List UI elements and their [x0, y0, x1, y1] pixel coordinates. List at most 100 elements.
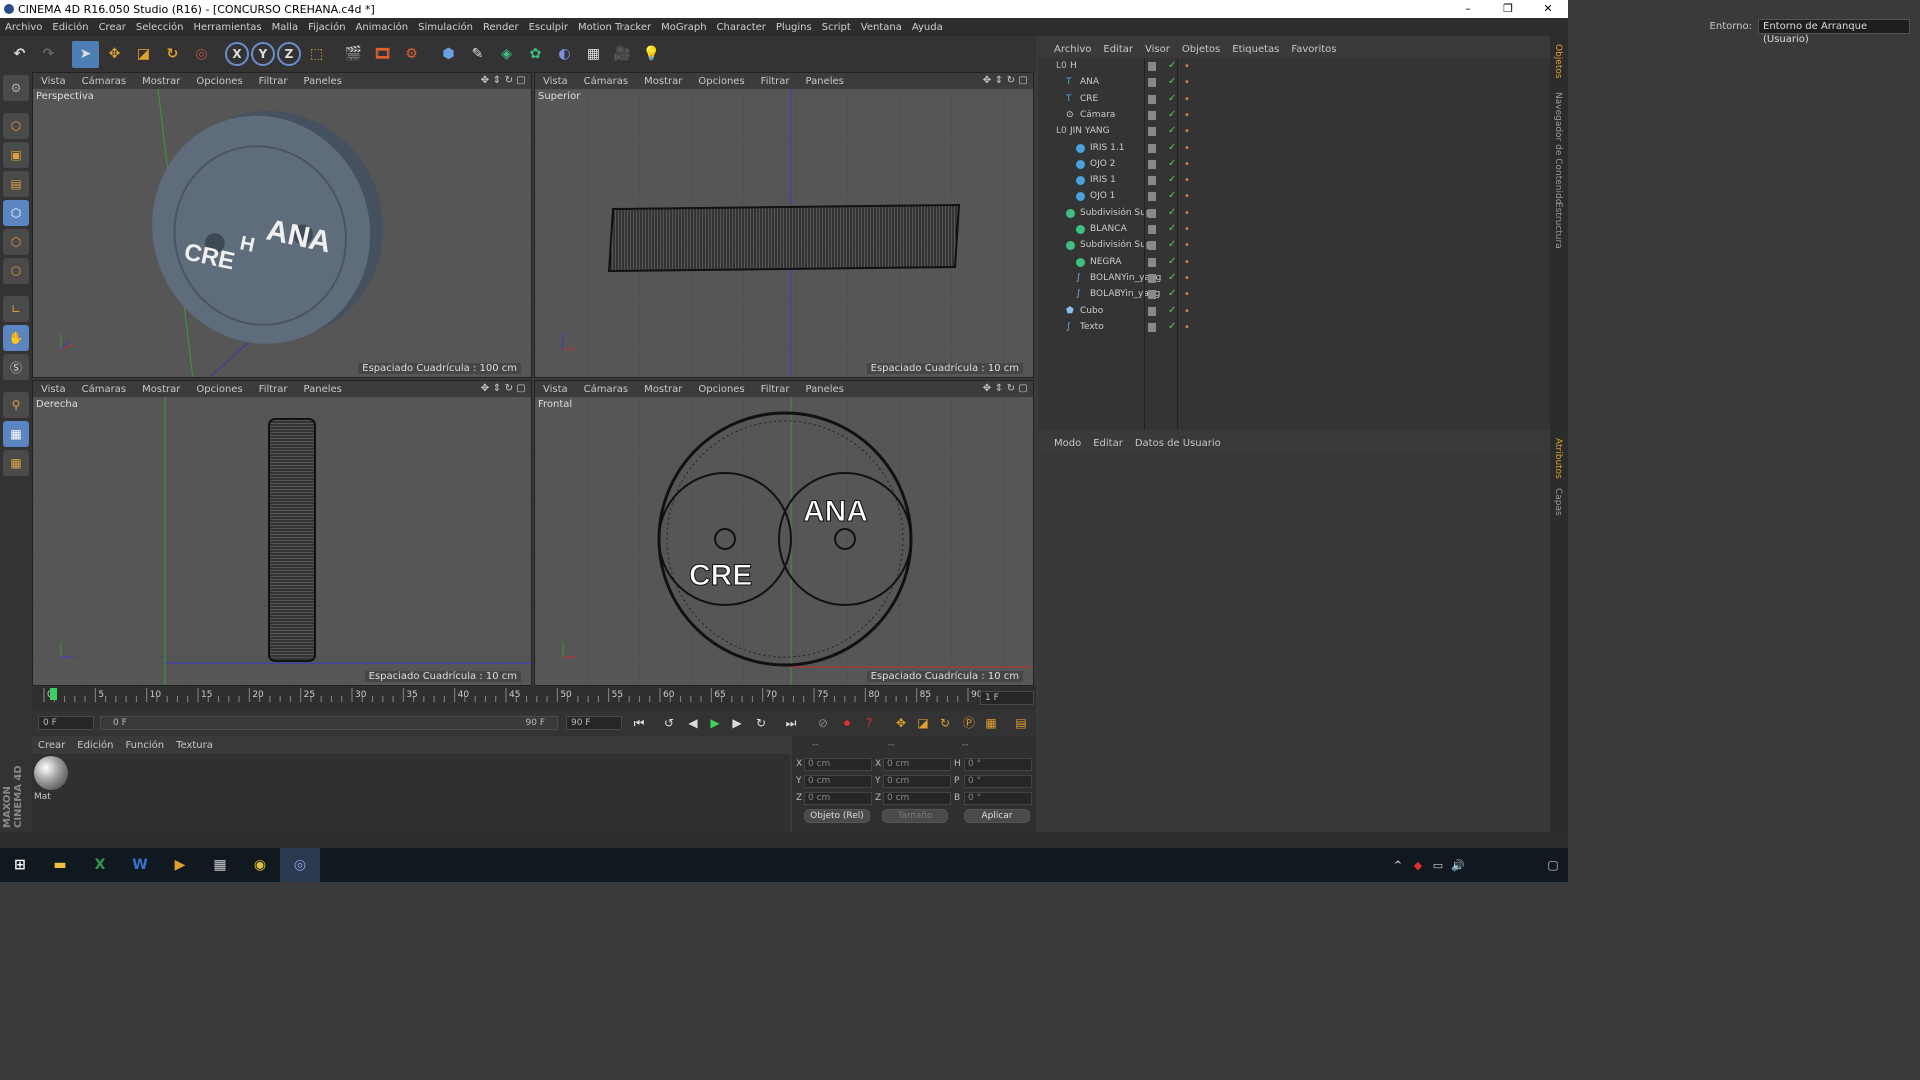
deformer-icon[interactable]: ◐: [551, 41, 578, 68]
maximize-view-icon[interactable]: ▢: [515, 383, 527, 395]
material-tag-icon[interactable]: •: [1184, 224, 1190, 235]
coord-system-icon[interactable]: ⬚: [303, 41, 330, 68]
obj-menu-objetos[interactable]: Objetos: [1176, 44, 1226, 55]
menu-mograph[interactable]: MoGraph: [656, 22, 711, 33]
obj-menu-favoritos[interactable]: Favoritos: [1285, 44, 1342, 55]
autokey-icon[interactable]: ?: [860, 714, 878, 732]
material-tag-icon[interactable]: •: [1184, 143, 1190, 154]
vp-menu-paneles[interactable]: Paneles: [296, 76, 350, 87]
goto-end-icon[interactable]: ⏭: [782, 714, 800, 732]
render-view-icon[interactable]: 🎬: [340, 41, 367, 68]
material-tag-icon[interactable]: •: [1184, 191, 1190, 202]
rot-b-field[interactable]: 0 °: [964, 792, 1032, 805]
material-tag-icon[interactable]: •: [1184, 94, 1190, 105]
attr-menu-editar[interactable]: Editar: [1087, 438, 1129, 449]
pos-y-field[interactable]: 0 cm: [804, 775, 872, 788]
make-editable-icon[interactable]: ⚙: [3, 75, 29, 101]
visibility-check-icon[interactable]: ✓: [1168, 256, 1176, 267]
prev-key-icon[interactable]: ↺: [660, 714, 678, 732]
layer-icon[interactable]: [1148, 322, 1156, 332]
timeline-ruler[interactable]: 051015202530354045505560657075808590 1 F: [32, 686, 1036, 710]
object-row[interactable]: NEGRA ✓ •: [1038, 255, 1550, 271]
next-key-icon[interactable]: ↻: [752, 714, 770, 732]
visibility-check-icon[interactable]: ✓: [1168, 76, 1176, 87]
object-row[interactable]: ⬟ Cubo ✓ •: [1038, 304, 1550, 320]
axis-mode-icon[interactable]: ∟: [3, 296, 29, 322]
size-y-field[interactable]: 0 cm: [883, 775, 951, 788]
windows-start-icon[interactable]: ⊞: [0, 848, 40, 882]
object-row[interactable]: ∫ BOLANYin_yang ✓ •: [1038, 271, 1550, 287]
environment-dropdown[interactable]: Entorno de Arranque (Usuario): [1758, 19, 1910, 45]
subdivision-icon[interactable]: ◈: [493, 41, 520, 68]
vp-menu-mostrar[interactable]: Mostrar: [636, 76, 690, 87]
menu-seleccion[interactable]: Selección: [131, 22, 189, 33]
model-mode-icon[interactable]: ⬡: [3, 113, 29, 139]
camera-icon[interactable]: 🎥: [609, 41, 636, 68]
layer-icon[interactable]: [1148, 225, 1156, 234]
playhead[interactable]: [50, 688, 57, 700]
material-tag-icon[interactable]: •: [1184, 126, 1190, 137]
light-icon[interactable]: 💡: [638, 41, 665, 68]
vp-menu-mostrar[interactable]: Mostrar: [134, 384, 188, 395]
visibility-check-icon[interactable]: ✓: [1168, 305, 1176, 316]
key-pla-icon[interactable]: ▦: [982, 714, 1000, 732]
object-row[interactable]: Subdivisión Sup ✓ •: [1038, 238, 1550, 254]
material-tag-icon[interactable]: •: [1184, 257, 1190, 268]
obj-menu-editar[interactable]: Editar: [1097, 44, 1139, 55]
pan-icon[interactable]: ✥: [981, 383, 993, 395]
maximize-view-icon[interactable]: ▢: [515, 75, 527, 87]
next-frame-icon[interactable]: ▶: [728, 714, 746, 732]
calculator-icon[interactable]: ▦: [200, 848, 240, 882]
visibility-check-icon[interactable]: ✓: [1168, 321, 1176, 332]
menu-motion-tracker[interactable]: Motion Tracker: [573, 22, 656, 33]
object-row[interactable]: ⊙ Cámara ✓ •: [1038, 108, 1550, 124]
material-tag-icon[interactable]: •: [1184, 77, 1190, 88]
minimize-icon[interactable]: –: [1448, 0, 1488, 18]
chrome-icon[interactable]: ◉: [240, 848, 280, 882]
spline-pen-icon[interactable]: ✎: [464, 41, 491, 68]
maximize-view-icon[interactable]: ▢: [1017, 75, 1029, 87]
tab-atributos[interactable]: Atributos: [1553, 438, 1563, 479]
scale-icon[interactable]: ◪: [130, 41, 157, 68]
prev-frame-icon[interactable]: ◀: [684, 714, 702, 732]
zoom-icon[interactable]: ⇕: [993, 383, 1005, 395]
pan-icon[interactable]: ✥: [479, 383, 491, 395]
vp-menu-camaras[interactable]: Cámaras: [576, 76, 636, 87]
viewport-right[interactable]: Vista Cámaras Mostrar Opciones Filtrar P…: [32, 380, 532, 686]
key-rotation-icon[interactable]: ↻: [936, 714, 954, 732]
mat-menu-funcion[interactable]: Función: [119, 740, 170, 751]
pan-icon[interactable]: ✥: [479, 75, 491, 87]
key-scale-icon[interactable]: ◪: [914, 714, 932, 732]
menu-render[interactable]: Render: [478, 22, 524, 33]
menu-simulacion[interactable]: Simulación: [413, 22, 478, 33]
menu-ayuda[interactable]: Ayuda: [907, 22, 948, 33]
range-slider[interactable]: 0 F 90 F: [100, 716, 558, 730]
visibility-check-icon[interactable]: ✓: [1168, 158, 1176, 169]
layer-icon[interactable]: [1148, 127, 1156, 137]
tab-estructura[interactable]: Estructura: [1553, 202, 1563, 249]
axis-y-icon[interactable]: Y: [251, 42, 275, 66]
material-tag-icon[interactable]: •: [1184, 110, 1190, 121]
close-icon[interactable]: ✕: [1528, 0, 1568, 18]
material-tag-icon[interactable]: •: [1184, 208, 1190, 219]
maximize-icon[interactable]: ❐: [1488, 0, 1528, 18]
object-row[interactable]: L0 JIN YANG ✓ •: [1038, 124, 1550, 140]
rotate-icon[interactable]: ↻: [159, 41, 186, 68]
layer-icon[interactable]: [1148, 241, 1156, 251]
obj-menu-visor[interactable]: Visor: [1139, 44, 1176, 55]
key-param-icon[interactable]: Ⓟ: [960, 714, 978, 732]
coord-mode-dropdown[interactable]: Objeto (Rel): [804, 809, 870, 823]
vp-menu-opciones[interactable]: Opciones: [188, 76, 250, 87]
orbit-icon[interactable]: ↻: [1005, 75, 1017, 87]
axis-x-icon[interactable]: X: [225, 42, 249, 66]
axis-z-icon[interactable]: Z: [277, 42, 301, 66]
excel-icon[interactable]: X: [80, 848, 120, 882]
network-icon[interactable]: ▭: [1428, 848, 1448, 882]
pos-x-field[interactable]: 0 cm: [804, 758, 872, 771]
menu-animacion[interactable]: Animación: [351, 22, 414, 33]
tab-navegador[interactable]: Navegador de Contenido: [1553, 92, 1563, 204]
planar-workplane-icon[interactable]: ▦: [3, 450, 29, 476]
zoom-icon[interactable]: ⇕: [491, 75, 503, 87]
menu-edicion[interactable]: Edición: [47, 22, 93, 33]
vp-menu-paneles[interactable]: Paneles: [798, 384, 852, 395]
